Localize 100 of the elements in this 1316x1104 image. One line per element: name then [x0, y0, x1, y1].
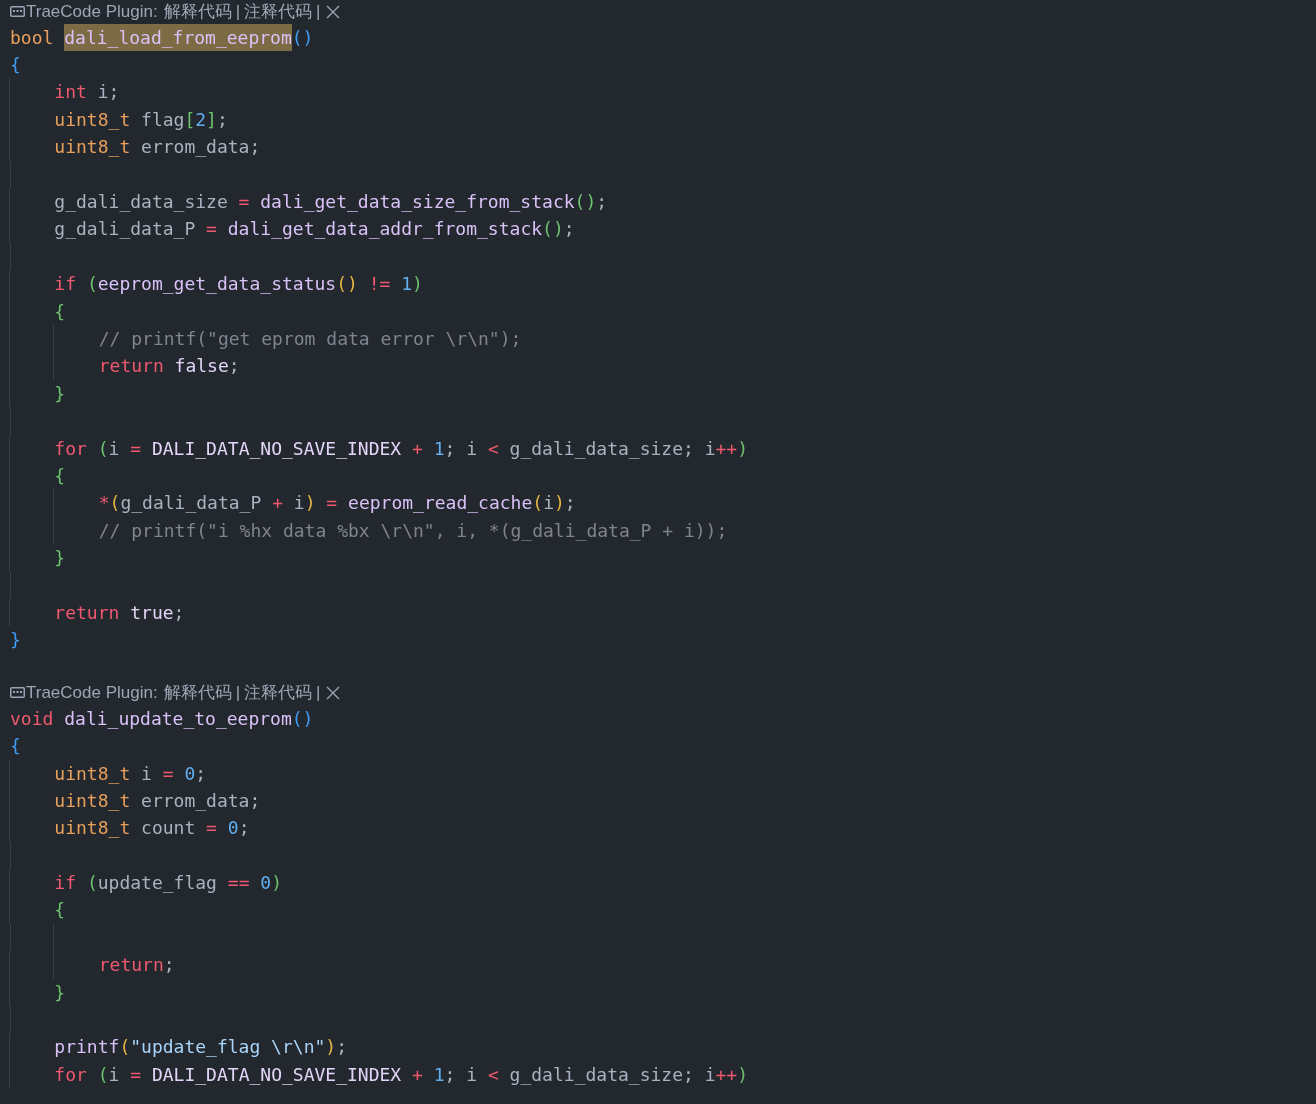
code-text: update_flag [97, 871, 217, 896]
code-text: ; [564, 491, 576, 516]
code-bracket: () [291, 706, 314, 731]
code-number: 0 [227, 816, 239, 841]
code-keyword: return [98, 354, 164, 379]
code-text: i [293, 491, 305, 516]
code-operator: = [130, 436, 142, 461]
codelens-separator: | [316, 1, 321, 24]
codelens-icon [10, 687, 25, 699]
code-text: ; [238, 816, 250, 841]
code-text: ; [216, 107, 228, 132]
code-operator: < [487, 1062, 499, 1087]
code-bracket: () [291, 25, 314, 50]
code-function: dali_get_data_addr_from_stack [227, 217, 543, 242]
code-constant: true [130, 600, 174, 625]
code-type: uint8_t [54, 107, 131, 132]
code-constant: DALI_DATA_NO_SAVE_INDEX [151, 436, 402, 461]
code-text: g_dali_data_size [54, 190, 228, 215]
code-keyword: int [54, 80, 87, 105]
code-operator: != [368, 272, 391, 297]
code-keyword: for [54, 436, 87, 461]
code-bracket: ( [97, 436, 109, 461]
code-number: 2 [195, 107, 207, 132]
codelens-action[interactable]: 解释代码 [163, 0, 232, 25]
codelens-separator: | [235, 682, 241, 705]
code-function: eeprom_get_data_status [97, 272, 337, 297]
code-bracket: ) [737, 1062, 749, 1087]
code-keyword: if [54, 871, 77, 896]
code-bracket: ) [271, 871, 282, 896]
code-bracket: () [574, 190, 597, 215]
code-operator: + [412, 1062, 423, 1087]
code-text: errom_data; [141, 135, 261, 160]
code-bracket: { [54, 299, 66, 324]
close-icon[interactable] [325, 4, 340, 19]
code-type: uint8_t [54, 816, 131, 841]
code-text: i; [97, 80, 120, 105]
code-number: 1 [433, 436, 445, 461]
code-function: printf [54, 1035, 120, 1060]
code-number: 0 [260, 871, 272, 896]
code-bracket: } [54, 546, 66, 571]
code-text: g_dali_data_size; i [509, 436, 716, 461]
code-text: ; i [444, 436, 478, 461]
code-bracket: ( [109, 491, 121, 516]
code-keyword: void [10, 706, 54, 731]
code-string: "update_flag \r\n" [130, 1035, 326, 1060]
code-text: i [108, 1062, 120, 1087]
code-bracket: () [542, 217, 564, 242]
code-text: count [141, 816, 196, 841]
code-bracket: ) [412, 272, 423, 297]
code-operator: + [272, 491, 283, 516]
code-text: ; [195, 761, 207, 786]
code-operator: ++ [715, 1062, 738, 1087]
code-bracket: { [54, 898, 66, 923]
code-bracket: { [10, 53, 21, 78]
code-operator: * [98, 491, 110, 516]
highlighted-function-name: dali_load_from_eeprom [64, 23, 292, 52]
code-keyword: return [98, 953, 164, 978]
code-number: 0 [184, 761, 196, 786]
code-constant: DALI_DATA_NO_SAVE_INDEX [151, 1062, 402, 1087]
code-bracket: { [10, 734, 21, 759]
code-text: g_dali_data_P [54, 217, 196, 242]
code-bracket: ) [325, 1035, 337, 1060]
code-number: 1 [433, 1062, 445, 1087]
code-type: uint8_t [54, 761, 131, 786]
code-type: bool [10, 25, 54, 50]
code-number: 1 [401, 272, 413, 297]
codelens-action[interactable]: 解释代码 [163, 680, 232, 706]
code-bracket: ( [86, 272, 98, 297]
codelens-action[interactable]: 注释代码 [244, 0, 313, 25]
code-operator: == [227, 871, 250, 896]
code-text: flag [141, 107, 185, 132]
code-operator: = [206, 217, 217, 242]
code-text: g_dali_data_P [120, 491, 262, 516]
code-keyword: if [54, 272, 77, 297]
code-text: ; [596, 190, 608, 215]
code-text: i [141, 761, 152, 786]
code-operator: + [412, 436, 423, 461]
code-text: i [543, 491, 554, 516]
code-bracket: ) [304, 491, 316, 516]
code-function: dali_update_to_eeprom [64, 706, 292, 731]
code-type: uint8_t [54, 788, 131, 813]
code-constant: false [174, 354, 229, 379]
codelens-separator: | [235, 1, 241, 24]
code-bracket: ) [553, 491, 565, 516]
close-icon[interactable] [325, 685, 340, 700]
code-bracket: } [54, 381, 66, 406]
code-text: ; [163, 953, 175, 978]
code-text: ; [173, 600, 185, 625]
codelens-separator: | [316, 682, 321, 705]
code-bracket: ( [86, 871, 98, 896]
code-operator: = [162, 761, 174, 786]
code-text: ; i [444, 1062, 478, 1087]
code-bracket: [ [184, 107, 196, 132]
code-keyword: return [54, 600, 120, 625]
code-bracket: ( [97, 1062, 109, 1087]
code-bracket: } [54, 980, 66, 1005]
code-text: ; [563, 217, 575, 242]
code-text: i [108, 436, 120, 461]
code-text: ; [228, 354, 240, 379]
codelens-action[interactable]: 注释代码 [244, 680, 313, 706]
